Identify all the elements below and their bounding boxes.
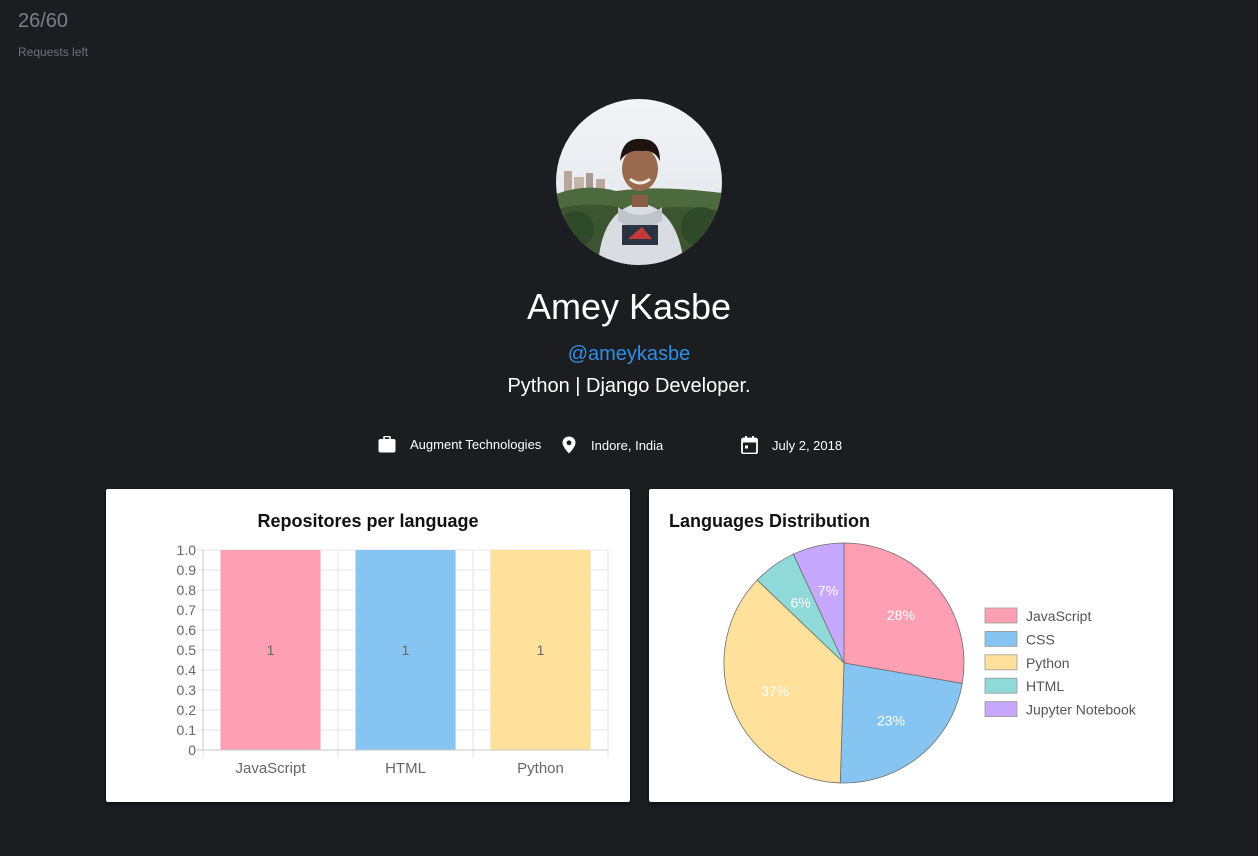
join-date-text: July 2, 2018 <box>772 437 843 453</box>
avatar <box>556 99 722 265</box>
pie-data-label: 23% <box>877 713 905 729</box>
x-tick-label: Python <box>517 760 564 777</box>
y-tick-label: 0 <box>188 742 196 758</box>
legend-swatch <box>984 677 1018 694</box>
profile-name: Amey Kasbe <box>526 286 732 327</box>
company-info: Augment Technologies <box>378 436 541 453</box>
pie-data-label: 37% <box>761 683 789 699</box>
repos-per-language-card: Repositores per language 0 0.1 0.2 0.3 0.4 0.… <box>106 489 630 802</box>
location-info: Indore, India <box>562 436 663 454</box>
calendar-icon <box>741 436 758 454</box>
legend-label: CSS <box>1026 631 1055 647</box>
x-tick-label: HTML <box>385 760 426 777</box>
profile-bio: Python | Django Developer. <box>507 375 751 397</box>
y-tick-label: 0.3 <box>177 682 197 698</box>
rate-limit-label: Requests left <box>18 45 89 59</box>
y-tick-label: 0.1 <box>177 722 197 738</box>
legend-label: Jupyter Notebook <box>1026 702 1137 718</box>
legend-label: Python <box>1026 655 1070 671</box>
avatar-image <box>556 99 722 265</box>
y-tick-label: 0.9 <box>177 562 197 578</box>
bar-data-label: 1 <box>402 642 410 658</box>
pie-data-label: 7% <box>818 582 838 598</box>
legend-label: HTML <box>1026 678 1064 694</box>
rate-limit: 26/60 Requests left <box>18 10 88 59</box>
location-pin-icon <box>562 436 576 454</box>
join-date-info: July 2, 2018 <box>741 436 842 454</box>
y-tick-label: 0.8 <box>177 582 197 598</box>
location-text: Indore, India <box>591 437 664 453</box>
bar-data-label: 1 <box>537 642 545 658</box>
legend-swatch <box>984 701 1018 718</box>
bar-data-label: 1 <box>267 642 275 658</box>
pie-data-label: 28% <box>887 607 915 623</box>
company-name: Augment Technologies <box>410 437 542 452</box>
y-tick-label: 0.5 <box>177 642 197 658</box>
y-tick-label: 0.7 <box>177 602 197 618</box>
rate-limit-count: 26/60 <box>18 10 69 32</box>
briefcase-icon <box>378 436 396 453</box>
languages-distribution-card: Languages Distribution 28% 23% 37% 6% 7% Java… <box>649 489 1173 802</box>
y-tick-label: 0.4 <box>177 662 197 678</box>
x-tick-label: JavaScript <box>235 760 306 777</box>
legend-swatch <box>984 630 1018 647</box>
pie-data-label: 6% <box>791 595 811 611</box>
y-tick-label: 0.2 <box>177 702 197 718</box>
y-tick-label: 1.0 <box>177 542 197 558</box>
legend-swatch <box>984 607 1018 624</box>
bar-chart: 0 0.1 0.2 0.3 0.4 0.5 0.6 0.7 0.8 0.9 1.0 1 JavaScri… <box>177 542 609 777</box>
legend-label: JavaScript <box>1026 608 1091 624</box>
legend-swatch <box>984 654 1018 671</box>
y-tick-label: 0.6 <box>177 622 197 638</box>
profile-handle-link[interactable]: @ameykasbe <box>0 343 1258 366</box>
pie-chart: 28% 23% 37% 6% 7% JavaScript CSS Python HTML Jupy… <box>723 542 1137 784</box>
